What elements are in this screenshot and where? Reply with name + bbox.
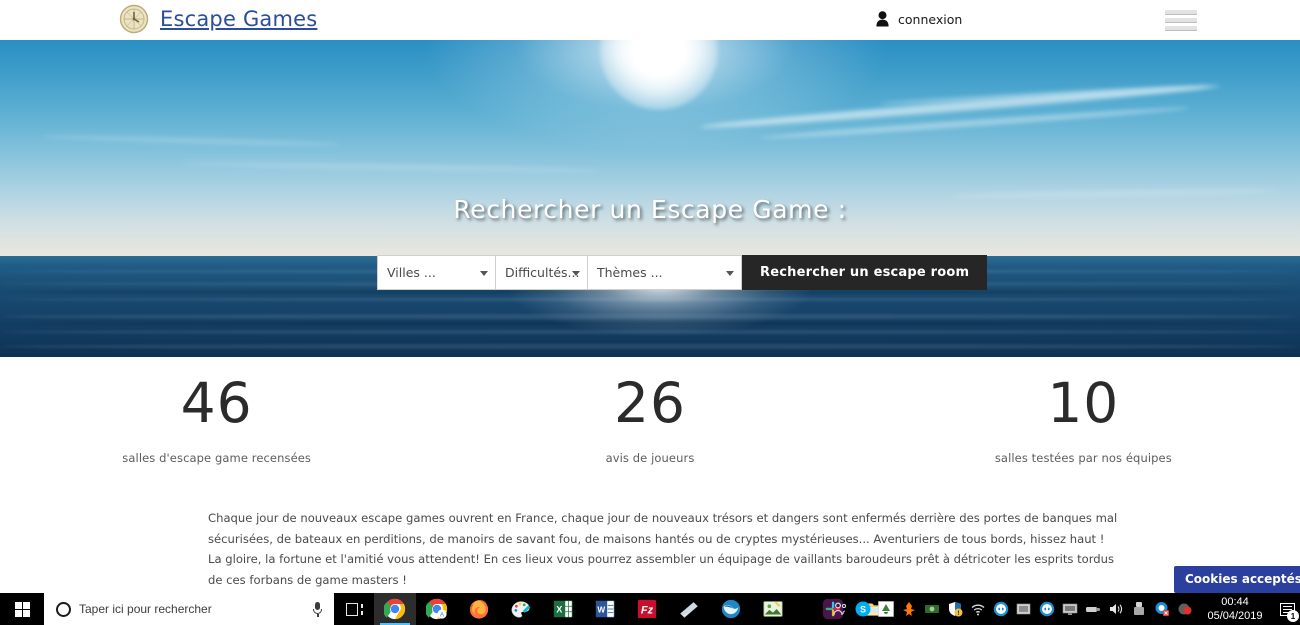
taskbar-app-notepad[interactable] (668, 593, 710, 625)
chevron-down-icon (726, 270, 734, 276)
login-label: connexion (898, 11, 963, 27)
cookies-accepted-button[interactable]: Cookies acceptés (1174, 566, 1300, 593)
taskbar-app-firefox[interactable] (458, 593, 500, 625)
stat-number: 46 (180, 371, 253, 435)
taskbar-app-excel[interactable]: X (542, 593, 584, 625)
tray-teamviewer-icon[interactable] (989, 593, 1012, 625)
windows-taskbar: Taper ici pour rechercher A X W Fz S ! 0… (0, 593, 1300, 625)
stats-section: 46 salles d'escape game recensées 26 avi… (0, 372, 1300, 465)
chrome-alt-icon: A (426, 598, 448, 620)
taskbar-search-input[interactable]: Taper ici pour rechercher (44, 593, 334, 625)
stat-item: 46 salles d'escape game recensées (0, 372, 433, 465)
hamburger-menu-icon[interactable] (1165, 8, 1197, 32)
cloud-streak (179, 160, 601, 174)
taskbar-clock[interactable]: 00:44 05/04/2019 (1196, 593, 1274, 625)
task-view-icon[interactable] (334, 593, 374, 625)
stat-label: avis de joueurs (605, 451, 695, 465)
tray-drive-icon[interactable] (874, 593, 897, 625)
tray-network-icon[interactable] (1081, 593, 1104, 625)
svg-text:S: S (859, 605, 865, 615)
svg-text:Fz: Fz (641, 605, 654, 617)
tray-teamviewer2-icon[interactable] (1035, 593, 1058, 625)
microphone-icon[interactable] (313, 601, 322, 617)
task-view-glyph (345, 602, 363, 616)
brand-link[interactable]: Escape Games (118, 3, 317, 35)
brand-title: Escape Games (160, 7, 318, 31)
stat-label: salles d'escape game recensées (122, 451, 312, 465)
svg-text:W: W (597, 606, 605, 615)
tray-skype-icon[interactable]: S (851, 593, 874, 625)
tray-volume-icon[interactable] (1104, 593, 1127, 625)
cloud-streak (760, 105, 1190, 141)
compass-clock-icon (118, 3, 150, 35)
hamburger-bar (1165, 18, 1197, 22)
search-submit-button[interactable]: Rechercher un escape room (742, 255, 988, 290)
tray-wifi-icon[interactable] (966, 593, 989, 625)
word-icon: W (595, 600, 615, 618)
windows-logo (14, 601, 30, 617)
login-link[interactable]: connexion (876, 11, 962, 27)
hamburger-bar (1165, 26, 1197, 30)
tray-usb-eject-icon[interactable] (1127, 593, 1150, 625)
stat-item: 10 salles testées par nos équipes (867, 372, 1300, 465)
taskbar-search-placeholder: Taper ici pour rechercher (79, 602, 212, 616)
hero-title: Rechercher un Escape Game : (453, 195, 847, 224)
browser-page: Escape Games connexion Rechercher un Esc… (0, 0, 1300, 625)
notification-center-button[interactable]: 1 (1274, 593, 1300, 625)
chevron-down-icon (572, 270, 580, 276)
cloud-streak (39, 134, 341, 147)
tray-avast-icon[interactable] (897, 593, 920, 625)
clock-time: 00:44 (1221, 596, 1249, 608)
notification-count: 1 (1287, 610, 1299, 622)
chevron-down-icon (480, 270, 488, 276)
svg-text:X: X (556, 605, 563, 615)
taskbar-app-word[interactable]: W (584, 593, 626, 625)
stat-number: 10 (1047, 371, 1120, 435)
taskbar-app-filezilla[interactable]: Fz (626, 593, 668, 625)
circle-search-icon (56, 601, 71, 617)
tray-display-icon[interactable] (1058, 593, 1081, 625)
tray-battery-tool-icon[interactable] (1012, 593, 1035, 625)
site-header: Escape Games connexion (0, 0, 1300, 40)
search-form: Villes ... Difficultés... Thèmes ... Rec… (377, 255, 988, 290)
thunderbird-icon (721, 599, 741, 619)
taskbar-apps: A X W Fz (374, 593, 896, 625)
person-icon (876, 11, 889, 27)
system-tray: S ! 00:44 05/04/2019 1 (828, 593, 1300, 625)
taskbar-app-paint[interactable] (500, 593, 542, 625)
taskbar-app-chrome-alt[interactable]: A (416, 593, 458, 625)
taskbar-app-chrome[interactable] (374, 593, 416, 625)
svg-text:!: ! (957, 611, 959, 617)
filter-difficultes-select[interactable]: Difficultés... (495, 255, 587, 290)
stat-label: salles testées par nos équipes (994, 451, 1172, 465)
filezilla-icon: Fz (637, 599, 657, 619)
excel-icon: X (553, 600, 573, 618)
hamburger-bar (1165, 10, 1197, 14)
clock-date: 05/04/2019 (1207, 610, 1263, 622)
taskbar-app-image-editor[interactable] (752, 593, 794, 625)
tray-money-icon[interactable] (920, 593, 943, 625)
svg-text:A: A (440, 611, 445, 618)
filter-themes-select[interactable]: Thèmes ... (587, 255, 742, 290)
tray-antivirus-icon[interactable] (1150, 593, 1173, 625)
tray-people-icon[interactable] (828, 593, 851, 625)
sun-glow (600, 40, 718, 110)
firefox-icon (469, 600, 489, 619)
stat-item: 26 avis de joueurs (433, 372, 866, 465)
filter-difficultes-value: Difficultés... (505, 265, 580, 280)
taskbar-app-thunderbird[interactable] (710, 593, 752, 625)
stat-number: 26 (613, 371, 686, 435)
tray-recorder-icon[interactable] (1173, 593, 1196, 625)
chrome-icon (384, 598, 406, 620)
filter-villes-select[interactable]: Villes ... (377, 255, 495, 290)
filter-themes-value: Thèmes ... (597, 265, 663, 280)
image-editor-icon (763, 601, 783, 617)
intro-paragraph-1: Chaque jour de nouveaux escape games ouv… (208, 511, 1118, 587)
windows-start-icon[interactable] (0, 593, 44, 625)
hero-banner: Rechercher un Escape Game : Villes ... D… (0, 40, 1300, 357)
tray-shield-warning-icon[interactable]: ! (943, 593, 966, 625)
notepad-icon (680, 602, 698, 618)
paint-icon (511, 601, 531, 618)
filter-villes-value: Villes ... (387, 265, 436, 280)
